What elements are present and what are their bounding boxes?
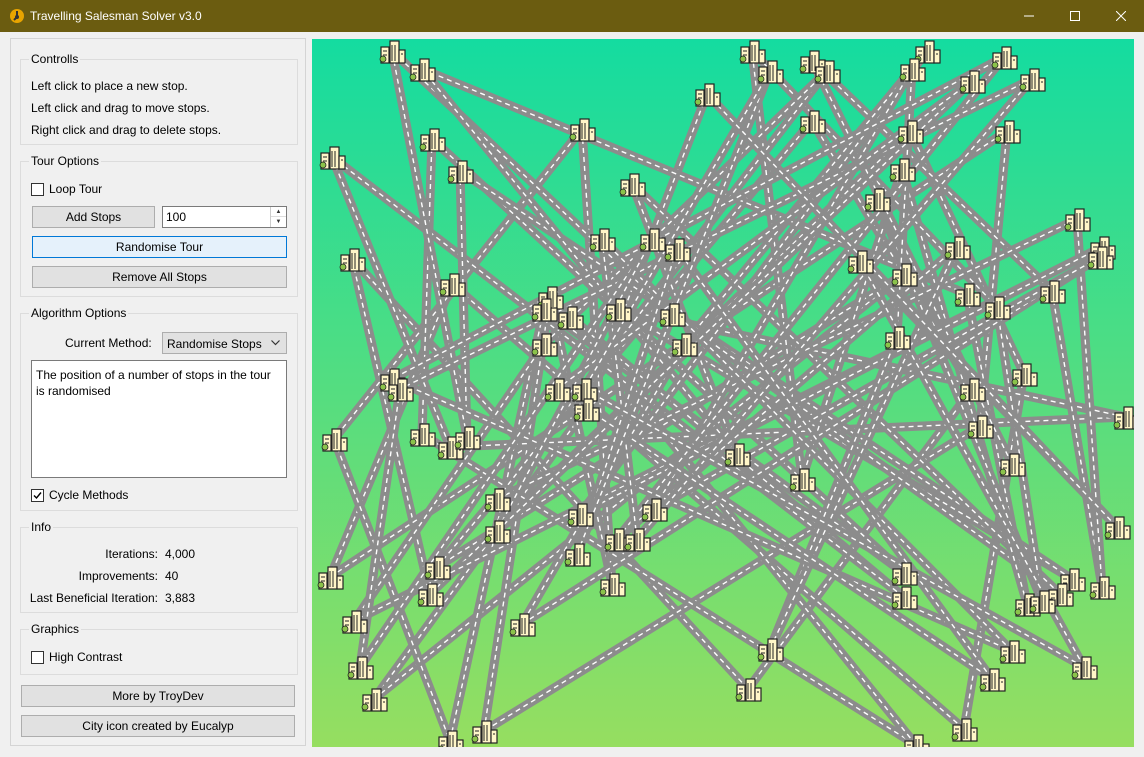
add-stops-button[interactable]: Add Stops	[32, 206, 155, 228]
more-by-troydev-button[interactable]: More by TroyDev	[21, 685, 295, 707]
info-group: Info Iterations: 4,000 Improvements: 40 …	[20, 520, 298, 613]
high-contrast-box[interactable]	[31, 650, 44, 664]
remove-all-stops-button[interactable]: Remove All Stops	[32, 266, 287, 288]
instruction-move: Left click and drag to move stops.	[31, 101, 210, 115]
control-panel: Controlls Left click to place a new stop…	[10, 38, 306, 746]
method-description[interactable]: The position of a number of stops in the…	[31, 360, 287, 478]
checkmark-icon	[33, 491, 42, 499]
controls-group: Controlls Left click to place a new stop…	[20, 52, 298, 145]
algorithm-options-title: Algorithm Options	[29, 306, 129, 320]
chevron-down-icon	[271, 340, 280, 346]
loop-tour-checkbox[interactable]: Loop Tour	[31, 182, 102, 196]
window-title: Travelling Salesman Solver v3.0	[30, 9, 202, 23]
instruction-delete: Right click and drag to delete stops.	[31, 123, 222, 137]
spin-down-icon[interactable]: ▼	[271, 217, 286, 227]
cycle-methods-checkbox[interactable]: Cycle Methods	[31, 488, 128, 502]
loop-tour-label: Loop Tour	[49, 182, 103, 196]
maximize-icon	[1070, 11, 1080, 21]
current-method-label: Current Method:	[65, 336, 152, 350]
instruction-place: Left click to place a new stop.	[31, 79, 188, 93]
close-button[interactable]	[1098, 0, 1144, 32]
method-dropdown[interactable]: Randomise Stops	[162, 332, 287, 354]
last-beneficial-value: 3,883	[165, 591, 196, 605]
loop-tour-box[interactable]	[31, 182, 44, 196]
close-icon	[1116, 11, 1126, 21]
randomise-tour-button[interactable]: Randomise Tour	[32, 236, 287, 258]
icon-credit-button[interactable]: City icon created by Eucalyp	[21, 715, 295, 737]
cycle-methods-box[interactable]	[31, 488, 44, 502]
algorithm-options-group: Algorithm Options Current Method: Random…	[20, 306, 298, 511]
maximize-button[interactable]	[1052, 0, 1098, 32]
method-dropdown-value: Randomise Stops	[167, 337, 262, 351]
tour-options-title: Tour Options	[29, 154, 102, 168]
high-contrast-checkbox[interactable]: High Contrast	[31, 650, 122, 664]
iterations-label: Iterations:	[105, 547, 158, 561]
spin-up-icon[interactable]: ▲	[271, 207, 286, 217]
cycle-methods-label: Cycle Methods	[49, 488, 129, 502]
improvements-value: 40	[165, 569, 179, 583]
iterations-value: 4,000	[165, 547, 196, 561]
add-stops-count[interactable]: 100 ▲ ▼	[162, 206, 287, 228]
title-bar: Travelling Salesman Solver v3.0	[0, 0, 1144, 32]
add-stops-spinner[interactable]: ▲ ▼	[270, 207, 286, 227]
tour-map[interactable]	[312, 39, 1134, 747]
add-stops-value: 100	[166, 210, 187, 224]
info-title: Info	[29, 520, 54, 534]
tour-options-group: Tour Options Loop Tour Add Stops 100 ▲ ▼…	[20, 154, 298, 297]
last-beneficial-label: Last Beneficial Iteration:	[29, 591, 158, 605]
controls-group-title: Controlls	[29, 52, 81, 66]
minimize-button[interactable]	[1006, 0, 1052, 32]
graphics-group: Graphics High Contrast	[20, 622, 298, 675]
minimize-icon	[1024, 15, 1034, 17]
app-icon	[10, 9, 24, 23]
high-contrast-label: High Contrast	[49, 650, 123, 664]
improvements-label: Improvements:	[78, 569, 158, 583]
graphics-title: Graphics	[29, 622, 82, 636]
